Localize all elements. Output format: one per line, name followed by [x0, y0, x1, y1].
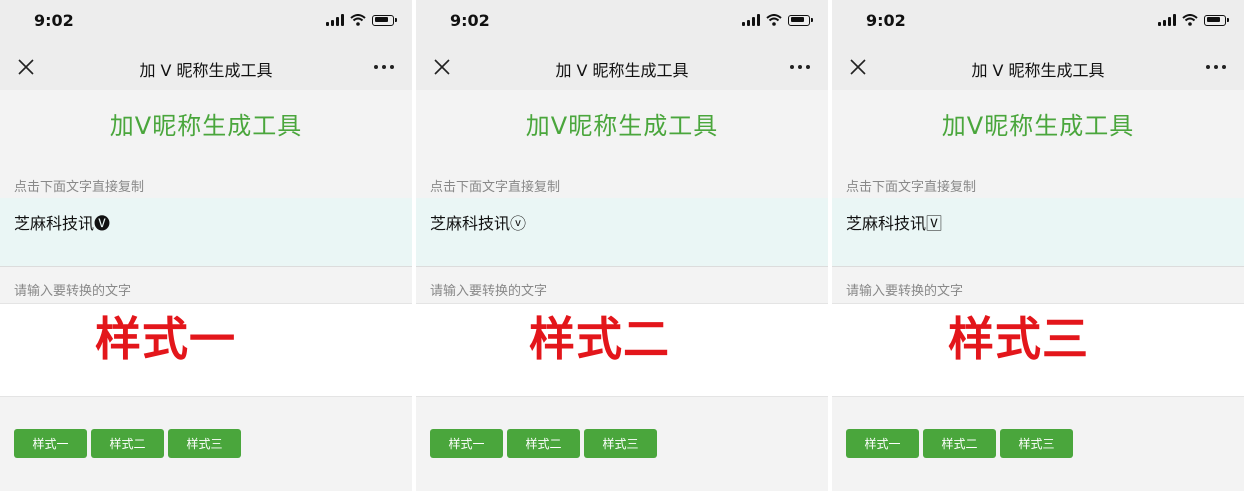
- result-text[interactable]: 芝麻科技讯ⓥ: [430, 210, 526, 234]
- style-button-row: 样式一 样式二 样式三: [430, 429, 657, 458]
- page-heading: 加V昵称生成工具: [525, 112, 719, 140]
- result-text[interactable]: 芝麻科技讯🅅: [846, 210, 942, 234]
- result-box[interactable]: 芝麻科技讯ⓥ: [416, 198, 828, 267]
- input-label: 请输入要转换的文字: [430, 284, 548, 299]
- copy-hint-label: 点击下面文字直接复制: [430, 180, 561, 195]
- signal-icon: [1158, 14, 1176, 26]
- style-one-button[interactable]: 样式一: [430, 429, 503, 458]
- close-icon[interactable]: [849, 58, 867, 76]
- result-box[interactable]: 芝麻科技讯🅥: [0, 198, 412, 267]
- style-two-button[interactable]: 样式二: [923, 429, 996, 458]
- style-one-button[interactable]: 样式一: [846, 429, 919, 458]
- nav-bar: 加 V 昵称生成工具: [416, 44, 828, 90]
- style-caption: 样式三: [948, 312, 1089, 366]
- status-icons: [1158, 14, 1229, 26]
- style-three-button[interactable]: 样式三: [1000, 429, 1073, 458]
- more-icon[interactable]: [790, 65, 810, 69]
- result-box[interactable]: 芝麻科技讯🅅: [832, 198, 1244, 267]
- nav-title: 加 V 昵称生成工具: [555, 61, 689, 80]
- style-caption: 样式一: [95, 312, 236, 366]
- wifi-icon: [1182, 14, 1198, 26]
- close-icon[interactable]: [17, 58, 35, 76]
- page-heading: 加V昵称生成工具: [941, 112, 1135, 140]
- more-icon[interactable]: [1206, 65, 1226, 69]
- copy-hint-label: 点击下面文字直接复制: [14, 180, 145, 195]
- result-text[interactable]: 芝麻科技讯🅥: [14, 210, 110, 234]
- screenshot-panel-2: 9:02 加 V 昵称生成工具 加V昵称生成工具 点击下面文字直接复制 芝麻科技…: [416, 0, 828, 491]
- input-label: 请输入要转换的文字: [846, 284, 964, 299]
- style-button-row: 样式一 样式二 样式三: [846, 429, 1073, 458]
- battery-icon: [788, 14, 813, 26]
- status-time: 9:02: [450, 11, 490, 30]
- battery-icon: [1204, 14, 1229, 26]
- nav-title: 加 V 昵称生成工具: [139, 61, 273, 80]
- status-time: 9:02: [34, 11, 74, 30]
- close-icon[interactable]: [433, 58, 451, 76]
- status-icons: [742, 14, 813, 26]
- status-bar: 9:02: [416, 0, 828, 44]
- style-two-button[interactable]: 样式二: [91, 429, 164, 458]
- nav-title: 加 V 昵称生成工具: [971, 61, 1105, 80]
- signal-icon: [742, 14, 760, 26]
- style-button-row: 样式一 样式二 样式三: [14, 429, 241, 458]
- wifi-icon: [350, 14, 366, 26]
- more-icon[interactable]: [374, 65, 394, 69]
- style-three-button[interactable]: 样式三: [584, 429, 657, 458]
- nav-bar: 加 V 昵称生成工具: [832, 44, 1244, 90]
- battery-icon: [372, 14, 397, 26]
- style-caption: 样式二: [529, 312, 670, 366]
- status-bar: 9:02: [832, 0, 1244, 44]
- input-label: 请输入要转换的文字: [14, 284, 132, 299]
- wifi-icon: [766, 14, 782, 26]
- copy-hint-label: 点击下面文字直接复制: [846, 180, 977, 195]
- style-three-button[interactable]: 样式三: [168, 429, 241, 458]
- screenshot-panel-1: 9:02 加 V 昵称生成工具 加V昵称生成工具 点击下面文字直接复制 芝麻科技…: [0, 0, 412, 491]
- signal-icon: [326, 14, 344, 26]
- style-one-button[interactable]: 样式一: [14, 429, 87, 458]
- status-time: 9:02: [866, 11, 906, 30]
- nav-bar: 加 V 昵称生成工具: [0, 44, 412, 90]
- screenshot-panel-3: 9:02 加 V 昵称生成工具 加V昵称生成工具 点击下面文字直接复制 芝麻科技…: [832, 0, 1244, 491]
- status-bar: 9:02: [0, 0, 412, 44]
- page-heading: 加V昵称生成工具: [109, 112, 303, 140]
- status-icons: [326, 14, 397, 26]
- style-two-button[interactable]: 样式二: [507, 429, 580, 458]
